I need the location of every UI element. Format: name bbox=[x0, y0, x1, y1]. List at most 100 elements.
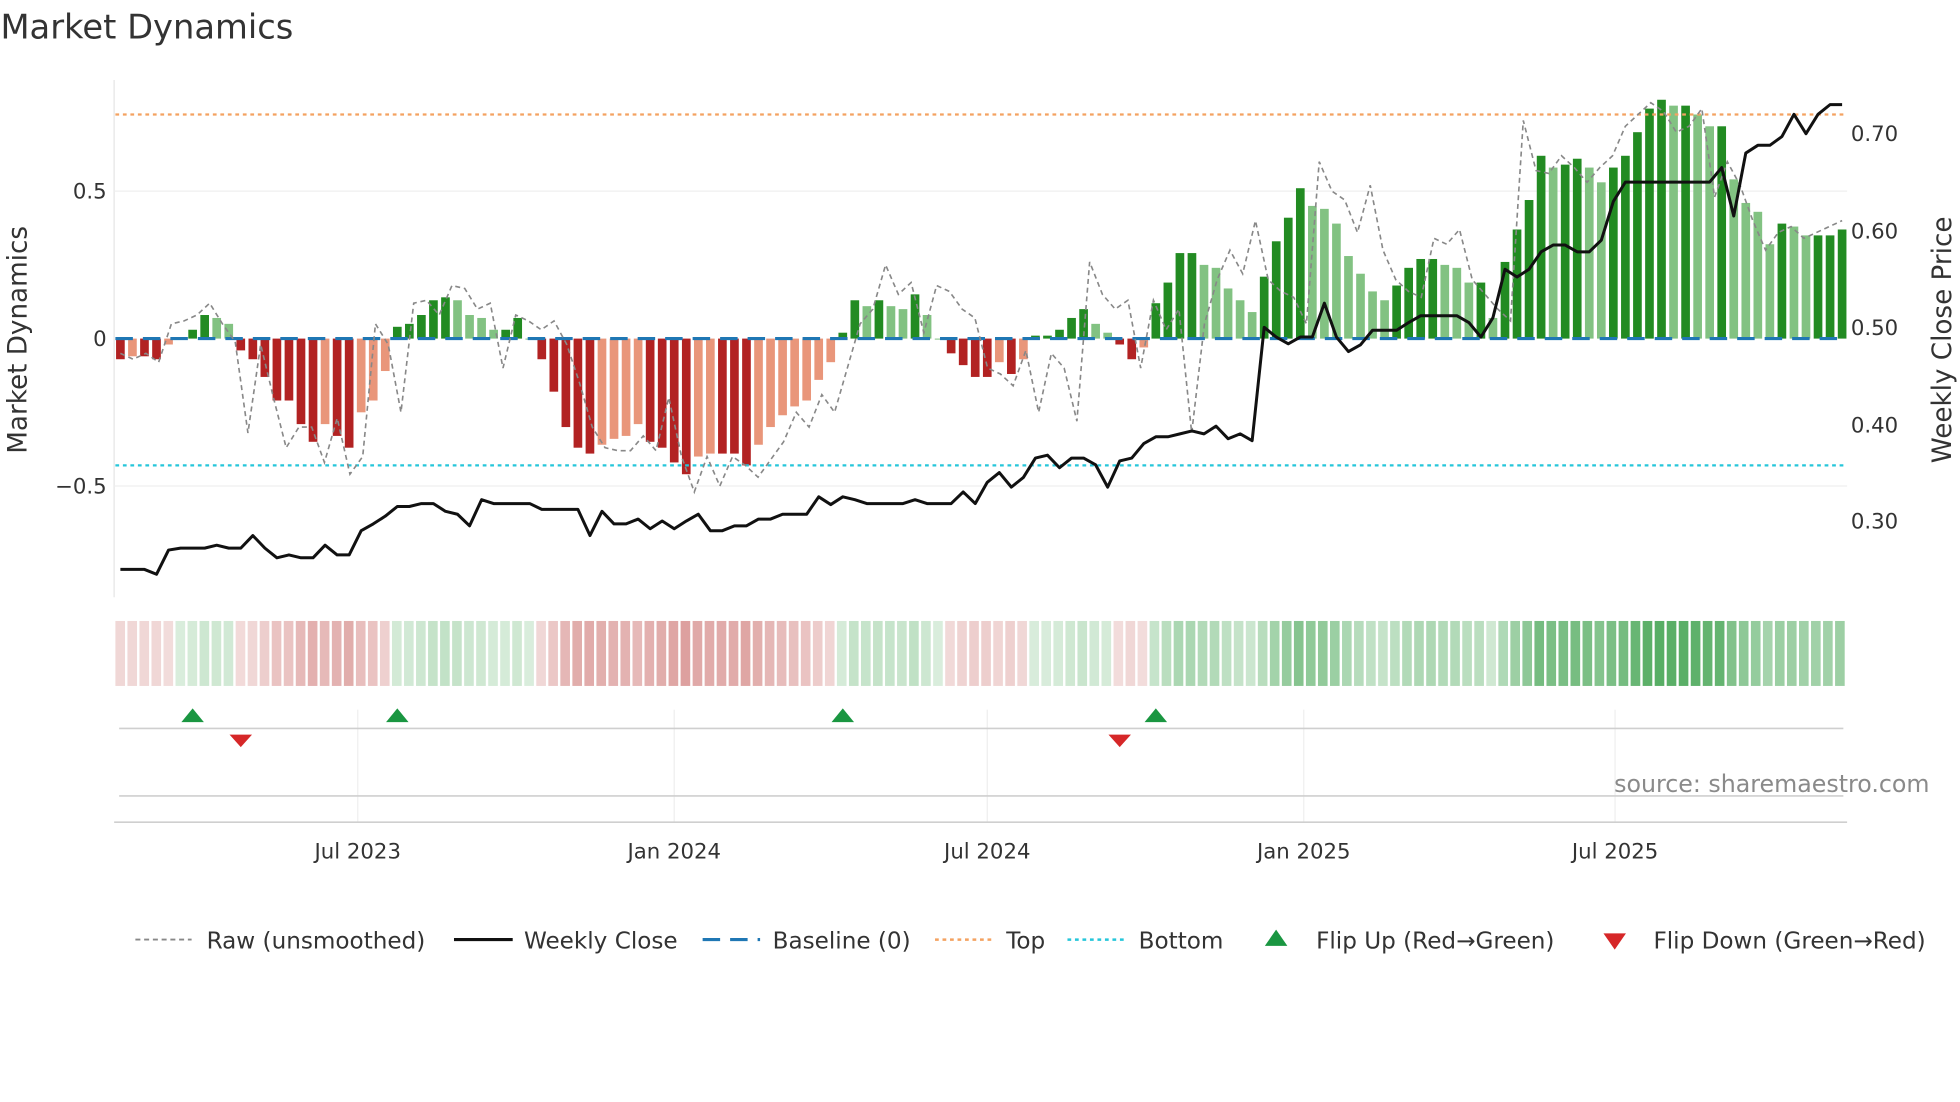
ribbon-cell bbox=[343, 620, 354, 686]
dynamics-bar bbox=[1344, 256, 1353, 339]
ribbon-cell bbox=[452, 620, 462, 686]
flip-down-icon bbox=[229, 734, 253, 748]
ribbon-cell bbox=[1390, 620, 1400, 686]
ribbon-cell bbox=[500, 620, 510, 686]
ribbon-cell bbox=[139, 620, 150, 686]
ribbon-cell bbox=[175, 620, 186, 686]
ribbon-cell bbox=[187, 620, 198, 686]
ribbon-cell bbox=[1582, 620, 1593, 686]
dynamics-bar bbox=[910, 294, 920, 339]
ribbon-cell bbox=[1378, 620, 1388, 686]
ribbon-cell bbox=[644, 620, 655, 686]
right-tick: 0.60 bbox=[1851, 220, 1898, 245]
ribbon-cell bbox=[800, 620, 811, 686]
ribbon-cell bbox=[824, 620, 835, 686]
ribbon-cell bbox=[355, 620, 366, 686]
left-tick: 0.5 bbox=[73, 180, 107, 205]
x-ticks: Jul 2023 Jan 2024 Jul 2024 Jan 2025 Jul … bbox=[313, 839, 1659, 864]
dynamics-bar bbox=[296, 338, 306, 425]
chart-title: Market Dynamics bbox=[0, 8, 293, 47]
ribbon-cell bbox=[1750, 620, 1761, 686]
dynamics-bar bbox=[585, 338, 595, 454]
dynamics-bar bbox=[1789, 226, 1799, 339]
flip-up-icon bbox=[1264, 929, 1288, 946]
dynamics-bar bbox=[681, 338, 691, 475]
raw-line bbox=[120, 101, 1843, 495]
ribbon-cell bbox=[1835, 620, 1845, 686]
ribbon-cell bbox=[295, 620, 306, 686]
dynamics-bar bbox=[1512, 229, 1522, 339]
legend-bottom-label: Bottom bbox=[1139, 928, 1224, 954]
ribbon-cell bbox=[524, 620, 534, 686]
ribbon-cell bbox=[1257, 620, 1268, 686]
dynamics-bar bbox=[1801, 235, 1811, 339]
ribbon-cell bbox=[1642, 620, 1653, 686]
dynamics-bar bbox=[958, 338, 968, 366]
ribbon-cell bbox=[957, 620, 967, 686]
ribbon-cell bbox=[1197, 620, 1208, 686]
flip-up-icon bbox=[181, 708, 204, 723]
dynamics-bar bbox=[826, 338, 836, 363]
dynamics-bar bbox=[621, 338, 631, 436]
dynamics-bar bbox=[200, 315, 210, 339]
dynamics-bar bbox=[1091, 323, 1100, 339]
ribbon-cell bbox=[933, 620, 943, 686]
ribbon-cell bbox=[127, 620, 138, 686]
x-tick-label: Jul 2025 bbox=[1570, 839, 1658, 864]
dynamics-bar bbox=[706, 338, 715, 454]
ribbon-cell bbox=[1233, 620, 1244, 686]
ribbon-cell bbox=[211, 620, 222, 686]
dynamics-bar bbox=[1320, 208, 1329, 339]
ribbon-cell bbox=[512, 620, 522, 686]
ribbon-cell bbox=[1786, 620, 1797, 686]
ribbon-cell bbox=[1414, 620, 1424, 686]
ribbon-cell bbox=[488, 620, 498, 686]
ribbon-cell bbox=[1618, 620, 1629, 686]
ribbon-cell bbox=[1534, 620, 1545, 686]
ribbon-cell bbox=[1606, 620, 1617, 686]
dynamics-bar bbox=[1609, 167, 1618, 339]
right-axis-label: Weekly Close Price bbox=[1928, 217, 1958, 464]
ribbon-cell bbox=[969, 620, 979, 686]
dynamics-bar bbox=[862, 306, 872, 339]
ribbon-cell bbox=[1558, 620, 1569, 686]
dynamics-bar bbox=[730, 338, 739, 454]
ribbon-cell bbox=[584, 620, 595, 686]
ribbon-cell bbox=[560, 620, 570, 686]
dynamics-bar bbox=[1211, 267, 1221, 339]
dynamics-bar bbox=[1777, 223, 1787, 339]
dynamics-bar bbox=[284, 338, 294, 401]
ribbon-cell bbox=[367, 620, 378, 686]
dynamics-bar bbox=[308, 338, 318, 442]
ribbon-cell bbox=[656, 620, 667, 686]
ribbon-cell bbox=[921, 620, 931, 686]
legend-flip-up-label: Flip Up (Red→Green) bbox=[1316, 928, 1554, 954]
ribbon-cell bbox=[1149, 620, 1160, 686]
dynamics-bar bbox=[718, 338, 727, 454]
ribbon-cell bbox=[1354, 620, 1364, 686]
dynamics-bar bbox=[1235, 300, 1245, 339]
ribbon-cell bbox=[1137, 620, 1148, 686]
ribbon-cell bbox=[391, 620, 402, 686]
ribbon-cell bbox=[1678, 620, 1689, 686]
ribbon-cell bbox=[692, 620, 703, 686]
ribbon-cell bbox=[608, 620, 619, 686]
dynamics-bar bbox=[1163, 282, 1173, 339]
dynamics-bar bbox=[766, 338, 775, 428]
ribbon-cell bbox=[945, 620, 955, 686]
dynamics-bar bbox=[1223, 288, 1233, 339]
dynamics-bar bbox=[790, 338, 799, 407]
flip-down-icon bbox=[1603, 933, 1626, 950]
dynamics-bar bbox=[742, 338, 751, 466]
ribbon-cell bbox=[1486, 620, 1496, 686]
ribbon-cell bbox=[1269, 620, 1280, 686]
ribbon-cell bbox=[1426, 620, 1436, 686]
dynamics-bar bbox=[1669, 105, 1678, 339]
ribbon-cell bbox=[247, 620, 258, 686]
dynamics-bar bbox=[1548, 167, 1558, 339]
dynamics-bar bbox=[441, 297, 450, 339]
ribbon-cell bbox=[1498, 620, 1508, 686]
ribbon-cell bbox=[680, 620, 691, 686]
ribbon-cell bbox=[1690, 620, 1701, 686]
left-tick: −0.5 bbox=[55, 475, 107, 500]
